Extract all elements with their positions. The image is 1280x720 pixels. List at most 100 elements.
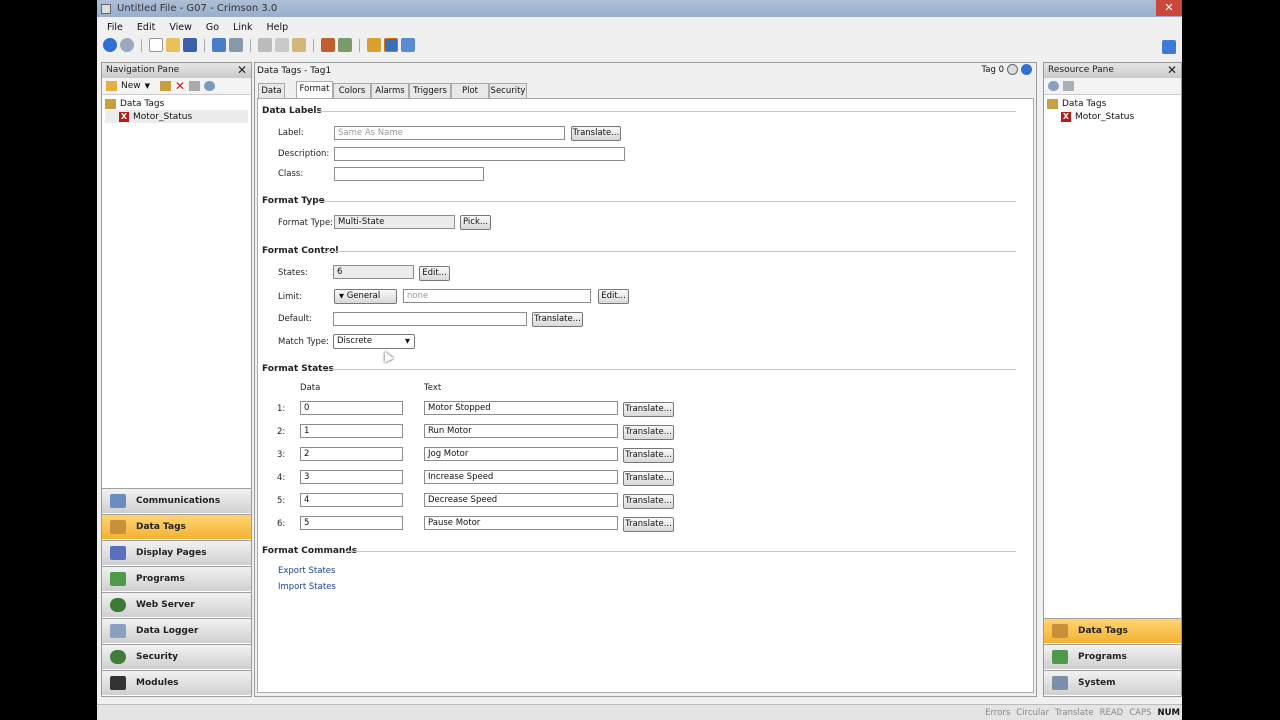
search-icon[interactable] bbox=[204, 81, 216, 91]
state-text-input[interactable]: Motor Stopped bbox=[424, 401, 618, 415]
tab-plot[interactable]: Plot bbox=[451, 83, 489, 98]
state-translate-button[interactable]: Translate... bbox=[623, 448, 674, 463]
state-translate-button[interactable]: Translate... bbox=[623, 425, 674, 440]
menu-go[interactable]: Go bbox=[206, 22, 219, 33]
menu-edit[interactable]: Edit bbox=[137, 22, 155, 33]
close-icon[interactable]: ✕ bbox=[237, 63, 247, 77]
column-header-data: Data bbox=[300, 383, 321, 393]
format-type-label: Format Type: bbox=[278, 218, 334, 228]
monitor-icon[interactable] bbox=[384, 38, 398, 52]
state-data-input[interactable]: 1 bbox=[300, 424, 403, 438]
copy-icon[interactable] bbox=[275, 38, 289, 52]
paste-icon[interactable] bbox=[292, 38, 306, 52]
find-icon[interactable] bbox=[338, 38, 352, 52]
export-states-link[interactable]: Export States bbox=[278, 566, 335, 576]
state-translate-button[interactable]: Translate... bbox=[623, 494, 674, 509]
nav-label: Data Logger bbox=[136, 626, 199, 636]
label-input[interactable]: Same As Name bbox=[334, 126, 565, 140]
limit-mode-dropdown[interactable]: ▼ General bbox=[334, 289, 397, 304]
chevron-down-icon: ▼ bbox=[405, 337, 410, 345]
state-index: 3: bbox=[277, 450, 286, 460]
chevron-down-icon[interactable]: ▼ bbox=[145, 82, 150, 90]
tab-format[interactable]: Format bbox=[296, 81, 333, 98]
nav-web-server[interactable]: Web Server bbox=[102, 592, 251, 617]
menu-view[interactable]: View bbox=[169, 22, 192, 33]
nav-modules[interactable]: Modules bbox=[102, 670, 251, 695]
tree-item-motor-status[interactable]: X Motor_Status bbox=[1047, 110, 1178, 123]
nav-data-logger[interactable]: Data Logger bbox=[102, 618, 251, 643]
menu-help[interactable]: Help bbox=[267, 22, 289, 33]
default-translate-button[interactable]: Translate... bbox=[532, 312, 583, 327]
help-icon[interactable] bbox=[1162, 40, 1176, 54]
search-icon[interactable] bbox=[1048, 81, 1059, 91]
state-text-input[interactable]: Decrease Speed bbox=[424, 493, 618, 507]
nav-label: Data Tags bbox=[1078, 626, 1128, 636]
pick-button[interactable]: Pick... bbox=[460, 215, 491, 230]
forward-icon[interactable] bbox=[120, 38, 134, 52]
nav-communications[interactable]: Communications bbox=[102, 488, 251, 513]
tab-triggers[interactable]: Triggers bbox=[409, 83, 451, 98]
state-index: 6: bbox=[277, 519, 286, 529]
state-data-input[interactable]: 4 bbox=[300, 493, 403, 507]
state-data-input[interactable]: 5 bbox=[300, 516, 403, 530]
menu-file[interactable]: File bbox=[107, 22, 123, 33]
refresh-icon[interactable] bbox=[1007, 64, 1018, 75]
state-text-input[interactable]: Pause Motor bbox=[424, 516, 618, 530]
back-icon[interactable] bbox=[103, 38, 117, 52]
nav-data-tags[interactable]: Data Tags bbox=[102, 514, 251, 539]
save-icon[interactable] bbox=[183, 38, 197, 52]
tree-item-data-tags[interactable]: Data Tags bbox=[105, 97, 248, 110]
state-translate-button[interactable]: Translate... bbox=[623, 517, 674, 532]
resource-nav-data-tags[interactable]: Data Tags bbox=[1044, 618, 1181, 643]
state-data-input[interactable]: 3 bbox=[300, 470, 403, 484]
tag-folder-icon bbox=[1047, 98, 1058, 109]
tree-item-motor-status[interactable]: X Motor_Status bbox=[105, 110, 248, 123]
tab-colors[interactable]: Colors bbox=[333, 83, 371, 98]
nav-security[interactable]: Security bbox=[102, 644, 251, 669]
states-edit-button[interactable]: Edit... bbox=[419, 266, 450, 281]
pen-icon[interactable] bbox=[401, 38, 415, 52]
limit-edit-button[interactable]: Edit... bbox=[598, 289, 629, 304]
open-folder-icon[interactable] bbox=[166, 38, 180, 52]
state-translate-button[interactable]: Translate... bbox=[623, 471, 674, 486]
default-input[interactable] bbox=[333, 312, 527, 326]
close-icon[interactable]: ✕ bbox=[1167, 63, 1177, 77]
wizard-icon[interactable] bbox=[321, 38, 335, 52]
print-icon[interactable] bbox=[189, 81, 201, 91]
state-text-input[interactable]: Increase Speed bbox=[424, 470, 618, 484]
tab-data[interactable]: Data bbox=[258, 83, 285, 98]
limit-input[interactable]: none bbox=[403, 289, 591, 303]
state-data-input[interactable]: 0 bbox=[300, 401, 403, 415]
add-folder-icon[interactable] bbox=[160, 81, 172, 91]
upload-icon[interactable] bbox=[229, 38, 243, 52]
label-translate-button[interactable]: Translate... bbox=[571, 126, 621, 141]
match-type-select[interactable]: Discrete ▼ bbox=[333, 334, 415, 349]
new-file-icon[interactable] bbox=[149, 38, 163, 52]
state-data-input[interactable]: 2 bbox=[300, 447, 403, 461]
up-arrow-icon[interactable] bbox=[1021, 64, 1032, 75]
class-input[interactable] bbox=[334, 167, 484, 181]
resource-nav-programs[interactable]: Programs bbox=[1044, 644, 1181, 669]
state-text-input[interactable]: Run Motor bbox=[424, 424, 618, 438]
new-button[interactable]: New bbox=[121, 81, 141, 91]
tree-item-data-tags[interactable]: Data Tags bbox=[1047, 97, 1178, 110]
state-text-input[interactable]: Jog Motor bbox=[424, 447, 618, 461]
resource-nav-system[interactable]: System bbox=[1044, 670, 1181, 695]
tab-alarms[interactable]: Alarms bbox=[371, 83, 409, 98]
close-window-button[interactable]: ✕ bbox=[1156, 0, 1182, 16]
nav-display-pages[interactable]: Display Pages bbox=[102, 540, 251, 565]
state-translate-button[interactable]: Translate... bbox=[623, 402, 674, 417]
cut-icon[interactable] bbox=[258, 38, 272, 52]
filter-icon[interactable] bbox=[1063, 81, 1074, 91]
column-header-text: Text bbox=[424, 383, 442, 393]
menu-link[interactable]: Link bbox=[233, 22, 252, 33]
nav-programs[interactable]: Programs bbox=[102, 566, 251, 591]
description-input[interactable] bbox=[334, 147, 625, 161]
link-icon[interactable] bbox=[367, 38, 381, 52]
tree-item-label: Data Tags bbox=[120, 98, 165, 109]
download-icon[interactable] bbox=[212, 38, 226, 52]
delete-icon[interactable]: ✕ bbox=[175, 79, 185, 93]
editor-title: Data Tags - Tag1 bbox=[257, 66, 332, 76]
tab-security[interactable]: Security bbox=[489, 83, 527, 98]
import-states-link[interactable]: Import States bbox=[278, 582, 336, 592]
